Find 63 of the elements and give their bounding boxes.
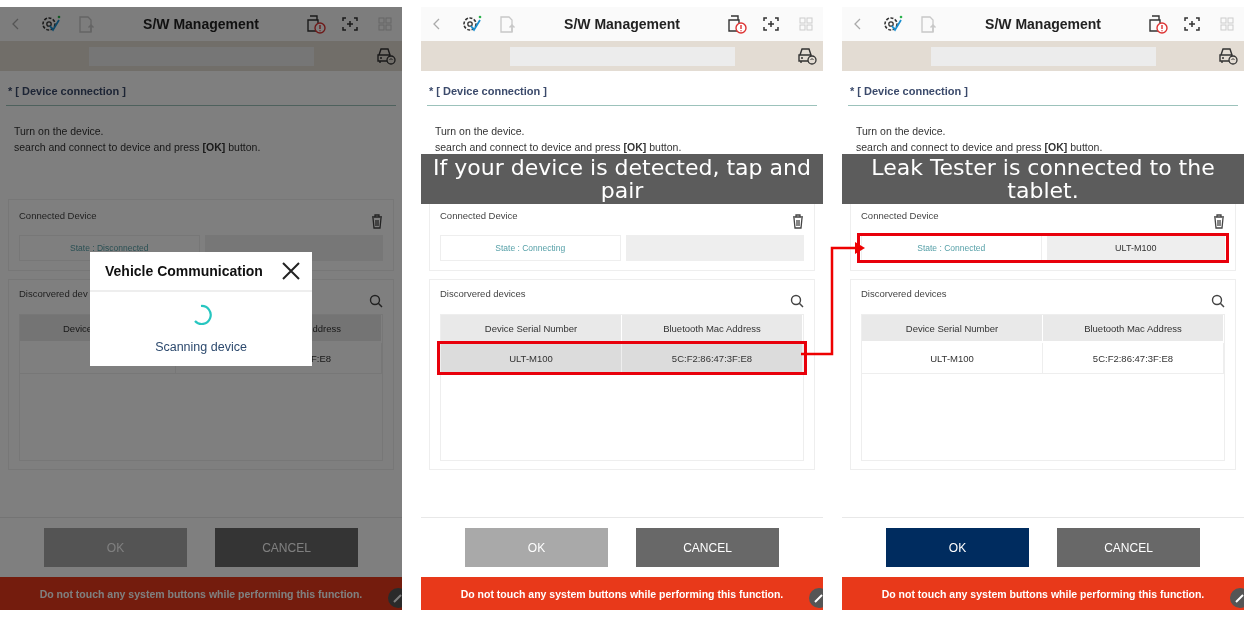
caption-banner: If your device is detected, tap and pair: [421, 154, 823, 204]
instruction-text: Turn on the device.: [435, 124, 526, 139]
instruction-text: search and connect to device and press [OK] button.: [856, 140, 1104, 155]
search-icon[interactable]: [790, 294, 804, 308]
table-cell: 5C:F2:86:47:3F:E8: [622, 343, 803, 373]
cancel-button[interactable]: CANCEL: [215, 528, 358, 567]
dialog-title: Vehicle Communication: [105, 263, 263, 279]
vehicle-field[interactable]: [930, 46, 1156, 66]
card-title: Discorvered devices: [440, 288, 526, 299]
instruction-text: search and connect to device and press [OK] button.: [14, 140, 262, 155]
caption-banner: Leak Tester is connected to the tablet.: [842, 154, 1244, 204]
back-icon[interactable]: [433, 18, 441, 30]
search-icon[interactable]: [369, 294, 383, 308]
gear-check-icon[interactable]: [41, 15, 61, 33]
search-icon[interactable]: [1211, 294, 1225, 308]
card-title: Connected Device: [19, 210, 97, 221]
column-header: Bluetooth Mac Address: [1043, 315, 1224, 341]
section-heading: * [ Device connection ]: [6, 83, 396, 106]
cancel-button[interactable]: CANCEL: [636, 528, 779, 567]
trash-icon[interactable]: [371, 214, 383, 229]
card-title: Connected Device: [440, 210, 518, 221]
trash-icon[interactable]: [792, 214, 804, 229]
cancel-button[interactable]: CANCEL: [1057, 528, 1200, 567]
connected-device-cell: ULT-M100: [1046, 235, 1225, 261]
connection-state: State : Connecting: [440, 235, 621, 261]
pencil-icon[interactable]: [809, 588, 823, 608]
card-title: Discorvered devices: [861, 288, 947, 299]
trash-icon[interactable]: [1213, 214, 1225, 229]
pencil-icon[interactable]: [1230, 588, 1244, 608]
card-alert-icon[interactable]: [305, 14, 327, 34]
close-icon[interactable]: [282, 262, 300, 280]
instruction-text: Turn on the device.: [856, 124, 947, 139]
column-header: Device Serial Number: [441, 315, 622, 341]
scan-icon[interactable]: [342, 17, 358, 31]
screen-title: S/W Management: [142, 16, 260, 32]
gear-check-icon[interactable]: [462, 15, 482, 33]
car-icon[interactable]: [1218, 47, 1238, 65]
section-heading: * [ Device connection ]: [427, 83, 817, 106]
instruction-text: Turn on the device.: [14, 124, 105, 139]
instruction-text: search and connect to device and press [OK] button.: [435, 140, 683, 155]
column-header: Device Serial Number: [862, 315, 1043, 341]
back-icon[interactable]: [854, 18, 862, 30]
pencil-icon[interactable]: [388, 588, 402, 608]
gear-check-icon[interactable]: [883, 15, 903, 33]
scan-icon[interactable]: [763, 17, 779, 31]
warning-message: Do not touch any system buttons while performing this function.: [881, 587, 1205, 600]
table-cell: 5C:F2:86:47:3F:E8: [1043, 343, 1224, 373]
car-icon[interactable]: [797, 47, 817, 65]
column-header: Bluetooth Mac Address: [622, 315, 803, 341]
card-alert-icon[interactable]: [1147, 14, 1169, 34]
ok-button[interactable]: OK: [886, 528, 1029, 567]
screen-title: S/W Management: [984, 16, 1102, 32]
scan-icon[interactable]: [1184, 17, 1200, 31]
warning-message: Do not touch any system buttons while performing this function.: [460, 587, 784, 600]
card-alert-icon[interactable]: [726, 14, 748, 34]
vehicle-field[interactable]: [509, 46, 735, 66]
screen-title: S/W Management: [563, 16, 681, 32]
card-title: Discorvered dev: [19, 288, 88, 299]
card-title: Connected Device: [861, 210, 939, 221]
table-cell: ULT-M100: [441, 343, 622, 373]
warning-message: Do not touch any system buttons while performing this function.: [39, 587, 363, 600]
table-cell: ULT-M100: [862, 343, 1043, 373]
section-heading: * [ Device connection ]: [848, 83, 1238, 106]
